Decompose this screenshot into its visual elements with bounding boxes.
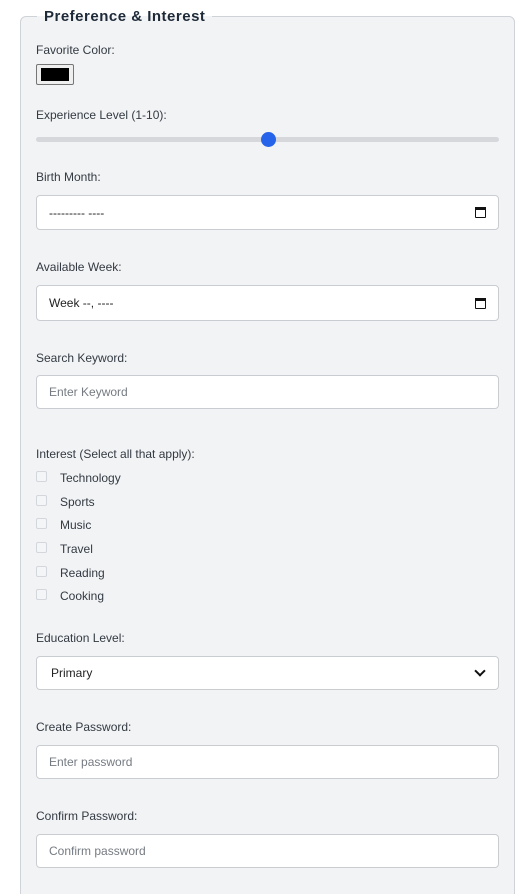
checkbox[interactable]: [36, 565, 47, 577]
interest-option-technology[interactable]: Technology: [36, 468, 121, 485]
available-week-value: Week --, ----: [49, 296, 114, 310]
checkbox[interactable]: [36, 494, 47, 506]
search-keyword-input[interactable]: Enter Keyword: [36, 375, 499, 409]
create-password-input[interactable]: Enter password: [36, 745, 499, 779]
available-week-input[interactable]: Week --, ----: [36, 285, 499, 321]
create-password-placeholder: Enter password: [49, 755, 133, 769]
chevron-down-icon: [474, 665, 486, 677]
education-level-label: Education Level:: [36, 631, 125, 645]
confirm-password-placeholder: Confirm password: [49, 844, 146, 858]
calendar-icon[interactable]: [475, 207, 486, 218]
color-swatch-fill: [41, 68, 69, 81]
interest-option-sports[interactable]: Sports: [36, 492, 95, 509]
checkbox[interactable]: [36, 588, 47, 600]
education-level-value: Primary: [51, 666, 93, 680]
confirm-password-input[interactable]: Confirm password: [36, 834, 499, 868]
search-keyword-placeholder: Enter Keyword: [49, 385, 128, 399]
favorite-color-picker[interactable]: [36, 64, 74, 85]
checkbox-label: Sports: [60, 495, 95, 509]
checkbox-label: Travel: [60, 542, 93, 556]
favorite-color-label: Favorite Color:: [36, 43, 115, 57]
create-password-label: Create Password:: [36, 720, 132, 734]
slider-thumb[interactable]: [260, 132, 276, 147]
interest-option-cooking[interactable]: Cooking: [36, 586, 105, 603]
experience-level-slider[interactable]: [36, 131, 499, 149]
checkbox[interactable]: [36, 470, 47, 482]
search-keyword-label: Search Keyword:: [36, 351, 128, 365]
birth-month-value: --------- ----: [49, 205, 105, 220]
checkbox-label: Reading: [60, 566, 105, 580]
checkbox[interactable]: [36, 517, 47, 529]
education-level-select[interactable]: Primary: [36, 656, 499, 690]
birth-month-input[interactable]: --------- ----: [36, 195, 499, 230]
page: Preference & Interest Favorite Color: Ex…: [0, 0, 532, 894]
checkbox-label: Technology: [60, 471, 121, 485]
checkbox[interactable]: [36, 541, 47, 553]
interest-option-reading[interactable]: Reading: [36, 563, 105, 580]
experience-level-label: Experience Level (1-10):: [36, 108, 167, 122]
interest-option-travel[interactable]: Travel: [36, 539, 93, 556]
checkbox-label: Cooking: [60, 589, 105, 603]
confirm-password-label: Confirm Password:: [36, 809, 138, 823]
interest-label: Interest (Select all that apply):: [36, 447, 195, 461]
available-week-label: Available Week:: [36, 260, 122, 274]
calendar-icon[interactable]: [475, 297, 486, 309]
interest-option-music[interactable]: Music: [36, 515, 92, 532]
checkbox-label: Music: [60, 518, 92, 532]
section-title: Preference & Interest: [44, 8, 206, 25]
birth-month-label: Birth Month:: [36, 170, 101, 184]
